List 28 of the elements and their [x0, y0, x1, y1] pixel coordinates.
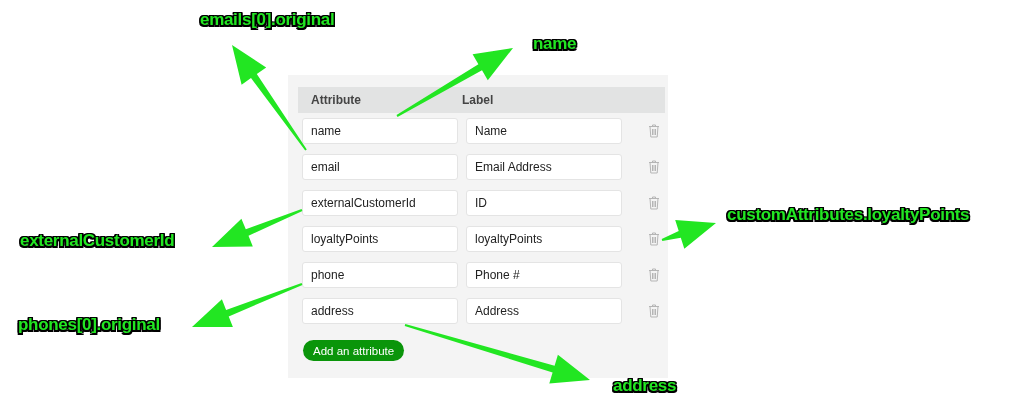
annotation-arrow — [661, 220, 716, 249]
trash-icon[interactable] — [648, 124, 660, 138]
add-attribute-button[interactable]: Add an attribute — [303, 340, 405, 361]
trash-icon[interactable] — [648, 160, 660, 174]
attribute-field[interactable]: email — [302, 154, 458, 180]
attribute-field[interactable]: name — [302, 118, 458, 144]
label-field[interactable]: ID — [466, 190, 622, 216]
label-field[interactable]: loyaltyPoints — [466, 226, 622, 252]
trash-icon[interactable] — [648, 196, 660, 210]
annotation-label: name — [533, 34, 577, 54]
attribute-field[interactable]: loyaltyPoints — [302, 226, 458, 252]
trash-icon[interactable] — [648, 268, 660, 282]
annotation-label: emails[0].original — [200, 10, 335, 30]
attribute-field[interactable]: address — [302, 298, 458, 324]
annotation-label: phones[0].original — [18, 315, 160, 335]
trash-icon[interactable] — [648, 232, 660, 246]
trash-icon[interactable] — [648, 304, 660, 318]
label-field[interactable]: Email Address — [466, 154, 622, 180]
column-header: Label — [462, 93, 494, 107]
attribute-field[interactable]: phone — [302, 262, 458, 288]
label-field[interactable]: Phone # — [466, 262, 622, 288]
label-field[interactable]: Address — [466, 298, 622, 324]
column-header: Attribute — [310, 93, 362, 107]
label-field[interactable]: Name — [466, 118, 622, 144]
annotation-label: address — [613, 376, 677, 396]
attribute-field[interactable]: externalCustomerId — [302, 190, 458, 216]
annotation-label: externalCustomerId — [20, 231, 175, 251]
annotation-label: customAttributes.loyaltyPoints — [727, 205, 970, 225]
